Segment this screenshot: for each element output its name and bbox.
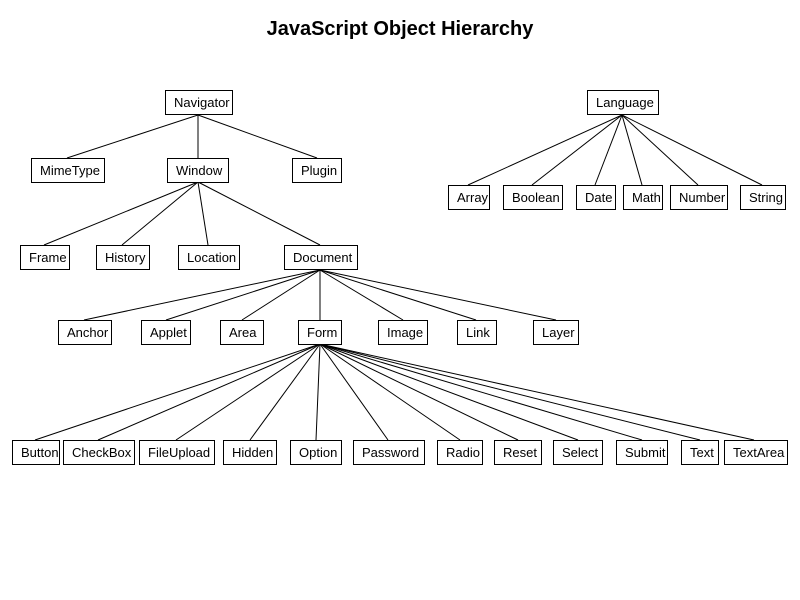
node-array: Array (448, 185, 490, 210)
node-string: String (740, 185, 786, 210)
node-layer: Layer (533, 320, 579, 345)
node-option: Option (290, 440, 342, 465)
node-date: Date (576, 185, 616, 210)
node-area: Area (220, 320, 264, 345)
node-submit: Submit (616, 440, 668, 465)
node-text: Text (681, 440, 719, 465)
node-window: Window (167, 158, 229, 183)
node-location: Location (178, 245, 240, 270)
node-mimetype: MimeType (31, 158, 105, 183)
node-history: History (96, 245, 150, 270)
node-number: Number (670, 185, 728, 210)
node-frame: Frame (20, 245, 70, 270)
connector-lines (0, 0, 800, 600)
node-radio: Radio (437, 440, 483, 465)
node-math: Math (623, 185, 663, 210)
diagram-title: JavaScript Object Hierarchy (0, 18, 800, 41)
node-link: Link (457, 320, 497, 345)
node-boolean: Boolean (503, 185, 563, 210)
node-form: Form (298, 320, 342, 345)
node-password: Password (353, 440, 425, 465)
node-fileupload: FileUpload (139, 440, 215, 465)
node-document: Document (284, 245, 358, 270)
node-reset: Reset (494, 440, 542, 465)
node-applet: Applet (141, 320, 191, 345)
node-language: Language (587, 90, 659, 115)
node-plugin: Plugin (292, 158, 342, 183)
node-image: Image (378, 320, 428, 345)
node-button: Button (12, 440, 60, 465)
node-textarea: TextArea (724, 440, 788, 465)
node-select: Select (553, 440, 603, 465)
node-hidden: Hidden (223, 440, 277, 465)
node-anchor: Anchor (58, 320, 112, 345)
node-navigator: Navigator (165, 90, 233, 115)
node-checkbox: CheckBox (63, 440, 135, 465)
